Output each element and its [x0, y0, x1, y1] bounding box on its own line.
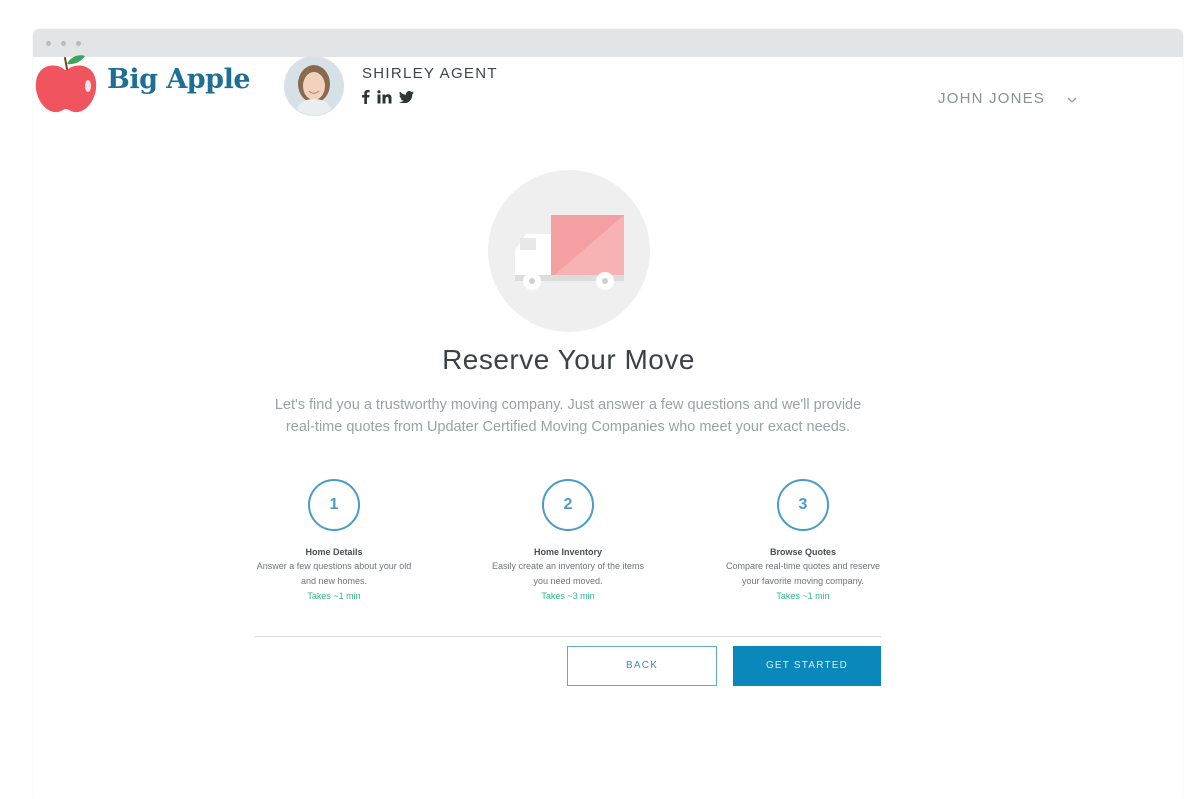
step-description: Compare real-time quotes and reserve you…: [725, 561, 881, 586]
step-time: Takes ~3 min: [541, 591, 595, 601]
back-button[interactable]: BACK: [567, 646, 717, 686]
step-title: Home Details: [305, 547, 363, 557]
window-dot: [61, 41, 66, 46]
step-number: 2: [542, 479, 594, 531]
step-title: Browse Quotes: [769, 547, 836, 557]
chevron-down-icon: [1067, 90, 1077, 107]
window-dot: [76, 41, 81, 46]
twitter-icon[interactable]: [399, 90, 414, 108]
step-time: Takes ~1 min: [776, 591, 830, 601]
linkedin-icon[interactable]: [377, 89, 392, 109]
agent-name: SHIRLEY AGENT: [362, 65, 498, 82]
brand-name: Big Apple: [107, 64, 251, 95]
step-description: Easily create an inventory of the items …: [491, 561, 645, 586]
apple-logo-icon: [35, 55, 97, 113]
user-name: JOHN JONES: [938, 90, 1046, 107]
page-description: Let's find you a trustworthy moving comp…: [274, 397, 862, 435]
agent-social-links: [361, 89, 414, 109]
step-home-details: 1 Home Details Answer a few questions ab…: [254, 479, 414, 604]
moving-truck-icon: [515, 215, 624, 290]
facebook-icon[interactable]: [361, 89, 370, 109]
step-browse-quotes: 3 Browse Quotes Compare real-time quotes…: [723, 479, 883, 604]
divider: [255, 636, 881, 637]
agent-photo: [285, 57, 343, 115]
step-home-inventory: 2 Home Inventory Easily create an invent…: [488, 479, 648, 604]
get-started-button[interactable]: GET STARTED: [733, 646, 881, 686]
step-number: 3: [777, 479, 829, 531]
step-number: 1: [308, 479, 360, 531]
step-time: Takes ~1 min: [307, 591, 361, 601]
agent-avatar[interactable]: [284, 56, 344, 116]
window-dot: [46, 41, 51, 46]
hero-illustration: [488, 170, 650, 332]
user-menu[interactable]: JOHN JONES: [938, 90, 1077, 107]
page-title: Reserve Your Move: [442, 344, 695, 375]
step-description: Answer a few questions about your old an…: [256, 561, 412, 586]
step-title: Home Inventory: [533, 547, 602, 557]
